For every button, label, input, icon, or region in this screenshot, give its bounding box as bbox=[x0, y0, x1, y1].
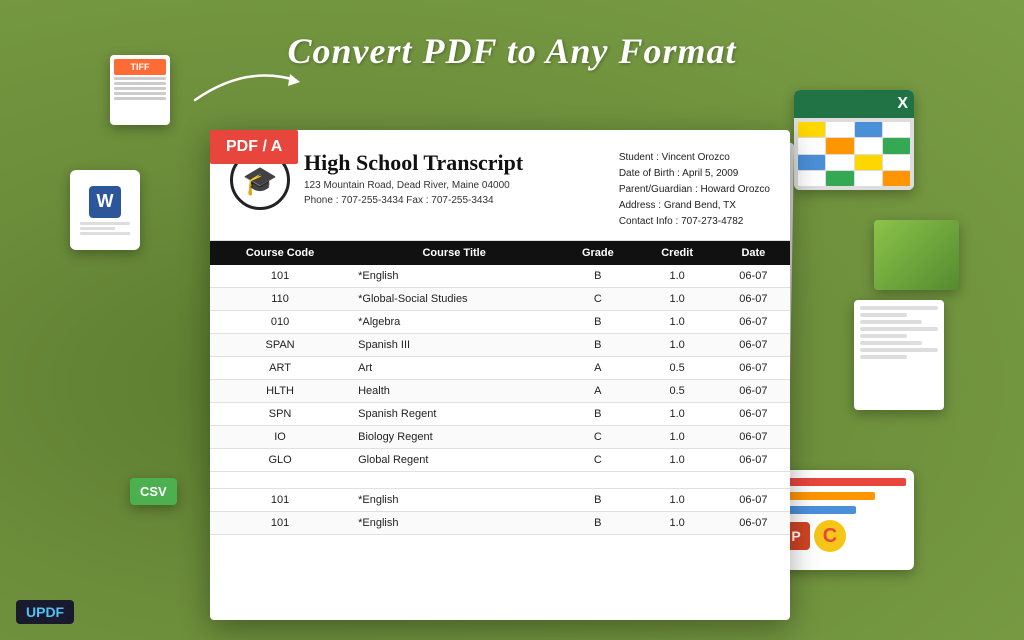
document-phone: Phone : 707-255-3434 Fax : 707-255-3434 bbox=[304, 195, 523, 206]
updf-label: UPDF bbox=[16, 600, 74, 624]
table-cell-5-3: 0.5 bbox=[637, 380, 716, 403]
table-cell-1-0: 110 bbox=[210, 288, 350, 311]
table-cell-4-0: ART bbox=[210, 357, 350, 380]
table-cell-8-3: 1.0 bbox=[637, 449, 716, 472]
table-cell-7-4: 06-07 bbox=[717, 426, 790, 449]
table-bottom-cell-1-1: *English bbox=[350, 512, 558, 535]
table-cell-2-2: B bbox=[558, 311, 637, 334]
col-credit: Credit bbox=[637, 241, 716, 265]
pdf-document: 🎓 High School Transcript 123 Mountain Ro… bbox=[210, 130, 790, 620]
table-row: SPNSpanish RegentB1.006-07 bbox=[210, 403, 790, 426]
ppt-icon-decoration: P C bbox=[774, 470, 914, 570]
table-cell-3-3: 1.0 bbox=[637, 334, 716, 357]
table-cell-7-2: C bbox=[558, 426, 637, 449]
table-row: ARTArtA0.506-07 bbox=[210, 357, 790, 380]
table-cell-8-4: 06-07 bbox=[717, 449, 790, 472]
table-row: SPANSpanish IIIB1.006-07 bbox=[210, 334, 790, 357]
table-cell-7-1: Biology Regent bbox=[350, 426, 558, 449]
table-row: 101*EnglishB1.006-07 bbox=[210, 512, 790, 535]
transcript-table: Course Code Course Title Grade Credit Da… bbox=[210, 241, 790, 535]
image-decoration bbox=[874, 220, 959, 290]
table-cell-1-1: *Global-Social Studies bbox=[350, 288, 558, 311]
table-row: IOBiology RegentC1.006-07 bbox=[210, 426, 790, 449]
table-row: 010*AlgebraB1.006-07 bbox=[210, 311, 790, 334]
table-bottom-cell-0-4: 06-07 bbox=[717, 489, 790, 512]
table-bottom-cell-0-1: *English bbox=[350, 489, 558, 512]
table-bottom-cell-1-3: 1.0 bbox=[637, 512, 716, 535]
table-cell-7-3: 1.0 bbox=[637, 426, 716, 449]
table-cell-1-3: 1.0 bbox=[637, 288, 716, 311]
table-bottom-cell-0-2: B bbox=[558, 489, 637, 512]
table-header-row: Course Code Course Title Grade Credit Da… bbox=[210, 241, 790, 265]
tiff-decoration: TIFF bbox=[110, 55, 170, 125]
table-cell-2-4: 06-07 bbox=[717, 311, 790, 334]
table-cell-5-1: Health bbox=[350, 380, 558, 403]
table-bottom-cell-1-4: 06-07 bbox=[717, 512, 790, 535]
table-cell-3-0: SPAN bbox=[210, 334, 350, 357]
table-cell-7-0: IO bbox=[210, 426, 350, 449]
table-cell-6-0: SPN bbox=[210, 403, 350, 426]
document-title: High School Transcript bbox=[304, 150, 523, 176]
csv-badge: CSV bbox=[130, 478, 177, 505]
table-cell-6-4: 06-07 bbox=[717, 403, 790, 426]
table-cell-0-4: 06-07 bbox=[717, 265, 790, 288]
excel-x-icon: X bbox=[897, 95, 908, 113]
table-cell-3-1: Spanish III bbox=[350, 334, 558, 357]
col-date: Date bbox=[717, 241, 790, 265]
table-cell-8-1: Global Regent bbox=[350, 449, 558, 472]
table-cell-0-2: B bbox=[558, 265, 637, 288]
col-grade: Grade bbox=[558, 241, 637, 265]
table-row: GLOGlobal RegentC1.006-07 bbox=[210, 449, 790, 472]
table-cell-5-2: A bbox=[558, 380, 637, 403]
table-bottom-cell-0-0: 101 bbox=[210, 489, 350, 512]
table-cell-6-3: 1.0 bbox=[637, 403, 716, 426]
table-cell-3-4: 06-07 bbox=[717, 334, 790, 357]
student-address: Address : Grand Bend, TX bbox=[619, 198, 770, 214]
arrow-decoration bbox=[185, 60, 305, 110]
table-cell-4-3: 0.5 bbox=[637, 357, 716, 380]
student-parent: Parent/Guardian : Howard Orozco bbox=[619, 182, 770, 198]
table-row: 101*EnglishB1.006-07 bbox=[210, 265, 790, 288]
table-cell-6-2: B bbox=[558, 403, 637, 426]
table-cell-8-0: GLO bbox=[210, 449, 350, 472]
table-cell-4-1: Art bbox=[350, 357, 558, 380]
updf-logo: UPDF bbox=[16, 600, 74, 624]
student-name: Student : Vincent Orozco bbox=[619, 150, 770, 166]
table-cell-4-2: A bbox=[558, 357, 637, 380]
table-row: 101*EnglishB1.006-07 bbox=[210, 489, 790, 512]
col-course-code: Course Code bbox=[210, 241, 350, 265]
pdf-a-badge: PDF / A bbox=[210, 130, 298, 164]
table-cell-0-3: 1.0 bbox=[637, 265, 716, 288]
table-cell-1-4: 06-07 bbox=[717, 288, 790, 311]
table-row: HLTHHealthA0.506-07 bbox=[210, 380, 790, 403]
table-bottom-cell-1-0: 101 bbox=[210, 512, 350, 535]
table-cell-5-4: 06-07 bbox=[717, 380, 790, 403]
excel-icon-decoration: X bbox=[794, 90, 914, 190]
table-bottom-cell-0-3: 1.0 bbox=[637, 489, 716, 512]
table-cell-5-0: HLTH bbox=[210, 380, 350, 403]
table-cell-3-2: B bbox=[558, 334, 637, 357]
table-cell-2-3: 1.0 bbox=[637, 311, 716, 334]
student-dob: Date of Birth : April 5, 2009 bbox=[619, 166, 770, 182]
table-cell-8-2: C bbox=[558, 449, 637, 472]
col-course-title: Course Title bbox=[350, 241, 558, 265]
student-contact: Contact Info : 707-273-4782 bbox=[619, 214, 770, 230]
table-row: 110*Global-Social StudiesC1.006-07 bbox=[210, 288, 790, 311]
doc-decoration bbox=[854, 300, 944, 410]
document-title-block: High School Transcript 123 Mountain Road… bbox=[304, 150, 523, 206]
word-icon-decoration: W bbox=[70, 170, 140, 250]
table-cell-1-2: C bbox=[558, 288, 637, 311]
table-cell-4-4: 06-07 bbox=[717, 357, 790, 380]
student-info: Student : Vincent Orozco Date of Birth :… bbox=[619, 150, 770, 230]
table-cell-0-0: 101 bbox=[210, 265, 350, 288]
table-cell-6-1: Spanish Regent bbox=[350, 403, 558, 426]
ppt-c-icon: C bbox=[814, 520, 846, 552]
word-icon: W bbox=[89, 186, 121, 218]
table-cell-0-1: *English bbox=[350, 265, 558, 288]
table-cell-2-0: 010 bbox=[210, 311, 350, 334]
table-bottom-cell-1-2: B bbox=[558, 512, 637, 535]
table-gap-row bbox=[210, 472, 790, 489]
document-address: 123 Mountain Road, Dead River, Maine 040… bbox=[304, 180, 523, 191]
table-cell-2-1: *Algebra bbox=[350, 311, 558, 334]
